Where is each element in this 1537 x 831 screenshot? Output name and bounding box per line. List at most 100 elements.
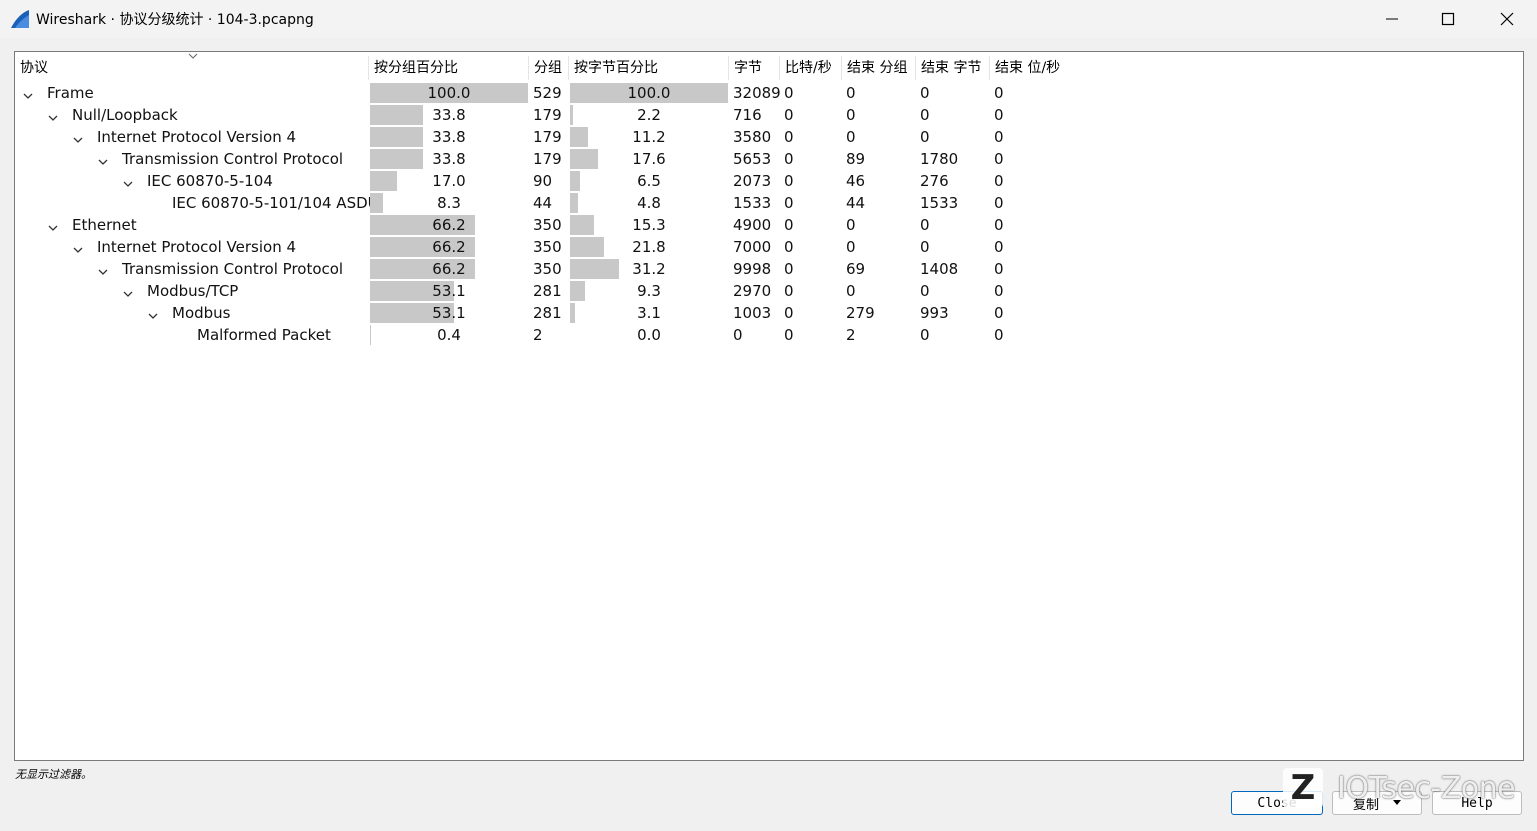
tree-row[interactable]: Internet Protocol Version 4 33.8 11.2 179 35… — [15, 126, 1523, 148]
cell-end-packets: 279 — [846, 304, 875, 322]
pct-bytes-value: 3.1 — [637, 304, 661, 322]
pct-packets-value: 33.8 — [432, 128, 466, 146]
cell-end-bps: 0 — [994, 216, 1004, 234]
column-header-packets[interactable]: 分组 — [529, 56, 569, 80]
cell-bps: 0 — [784, 326, 794, 344]
column-header-end-packets[interactable]: 结束 分组 — [842, 56, 916, 80]
expand-chevron-icon[interactable] — [97, 262, 111, 276]
cell-packets: 529 — [533, 84, 562, 102]
column-header-bps[interactable]: 比特/秒 — [780, 56, 842, 80]
column-header-end-bps[interactable]: 结束 位/秒 — [990, 56, 1070, 80]
cell-bps: 0 — [784, 172, 794, 190]
cell-packets: 44 — [533, 194, 553, 212]
expand-chevron-icon[interactable] — [72, 240, 86, 254]
expand-chevron-icon[interactable] — [47, 108, 61, 122]
column-header-end-bytes[interactable]: 结束 字节 — [916, 56, 990, 80]
cell-bps: 0 — [784, 238, 794, 256]
tree-row[interactable]: Transmission Control Protocol 66.2 31.2 350… — [15, 258, 1523, 280]
pct-bytes-value: 2.2 — [637, 106, 661, 124]
pct-packets-value: 33.8 — [432, 150, 466, 168]
cell-bytes: 1533 — [733, 194, 772, 212]
pct-bytes-bar: 31.2 — [570, 259, 728, 279]
protocol-label: Frame — [47, 84, 94, 102]
minimize-icon — [1386, 18, 1398, 20]
cell-end-packets: 0 — [846, 128, 856, 146]
pct-packets-value: 100.0 — [427, 84, 471, 102]
tree-row[interactable]: IEC 60870-5-101/104 ASDU 8.3 4.8 44 1533 0 44 1… — [15, 192, 1523, 214]
tree-row[interactable]: Frame 100.0 100.0 529 32089 0 0 0 0 — [15, 82, 1523, 104]
cell-end-bytes: 1533 — [920, 194, 959, 212]
column-header-pct-bytes[interactable]: 按字节百分比 — [569, 56, 729, 80]
cell-protocol: Internet Protocol Version 4 — [72, 126, 296, 148]
expand-chevron-icon[interactable] — [22, 86, 36, 100]
cell-bps: 0 — [784, 282, 794, 300]
cell-bytes: 5653 — [733, 150, 772, 168]
tree-row[interactable]: Malformed Packet 0.4 0.0 2 0 0 2 0 0 — [15, 324, 1523, 346]
expand-chevron-icon[interactable] — [47, 218, 61, 232]
tree-row[interactable]: Transmission Control Protocol 33.8 17.6 179… — [15, 148, 1523, 170]
maximize-button[interactable] — [1419, 0, 1477, 38]
tree-row[interactable]: Ethernet 66.2 15.3 350 4900 0 0 0 0 — [15, 214, 1523, 236]
expand-chevron-icon[interactable] — [122, 284, 136, 298]
protocol-label: Malformed Packet — [197, 326, 331, 344]
pct-bytes-bar: 9.3 — [570, 281, 728, 301]
cell-end-bytes: 1780 — [920, 150, 959, 168]
expand-chevron-icon — [147, 196, 161, 210]
tree-row[interactable]: Modbus/TCP 53.1 9.3 281 2970 0 0 0 0 — [15, 280, 1523, 302]
pct-bytes-bar: 15.3 — [570, 215, 728, 235]
expand-chevron-icon[interactable] — [147, 306, 161, 320]
pct-packets-bar: 100.0 — [370, 83, 528, 103]
cell-end-bytes: 993 — [920, 304, 949, 322]
protocol-label: Internet Protocol Version 4 — [97, 128, 297, 146]
protocol-hierarchy-tree[interactable]: 协议 按分组百分比 分组 按字节百分比 字节 比特/秒 结束 分组 结束 字节 … — [14, 51, 1524, 761]
pct-packets-bar: 53.1 — [370, 281, 528, 301]
cell-bps: 0 — [784, 304, 794, 322]
cell-protocol: Internet Protocol Version 4 — [72, 236, 296, 258]
pct-packets-bar: 66.2 — [370, 259, 528, 279]
help-button[interactable]: Help — [1432, 791, 1522, 815]
copy-dropdown-button[interactable]: 复制 — [1332, 791, 1422, 815]
protocol-label: IEC 60870-5-101/104 ASDU — [172, 194, 379, 212]
expand-chevron-icon[interactable] — [122, 174, 136, 188]
protocol-label: Modbus — [172, 304, 231, 322]
protocol-label: Ethernet — [72, 216, 137, 234]
pct-bytes-bar: 21.8 — [570, 237, 728, 257]
column-header-pct-packets[interactable]: 按分组百分比 — [369, 56, 529, 80]
cell-end-bytes: 0 — [920, 84, 930, 102]
wireshark-fin-icon — [11, 10, 29, 28]
pct-packets-bar: 33.8 — [370, 149, 528, 169]
pct-bytes-bar: 11.2 — [570, 127, 728, 147]
cell-protocol: Modbus — [147, 302, 230, 324]
tree-row[interactable]: Null/Loopback 33.8 2.2 179 716 0 0 0 0 — [15, 104, 1523, 126]
tree-row[interactable]: IEC 60870-5-104 17.0 6.5 90 2073 0 46 276 0 — [15, 170, 1523, 192]
cell-bps: 0 — [784, 128, 794, 146]
pct-bytes-value: 6.5 — [637, 172, 661, 190]
expand-chevron-icon[interactable] — [72, 130, 86, 144]
window-title: Wireshark · 协议分级统计 · 104-3.pcapng — [36, 12, 314, 28]
pct-bytes-bar: 2.2 — [570, 105, 728, 125]
tree-row[interactable]: Internet Protocol Version 4 66.2 21.8 350 70… — [15, 236, 1523, 258]
close-window-button[interactable] — [1478, 0, 1536, 38]
pct-packets-value: 53.1 — [432, 304, 466, 322]
expand-chevron-icon[interactable] — [97, 152, 111, 166]
pct-packets-bar: 66.2 — [370, 215, 528, 235]
cell-protocol: Malformed Packet — [172, 324, 331, 346]
pct-packets-value: 53.1 — [432, 282, 466, 300]
minimize-button[interactable] — [1363, 0, 1421, 38]
pct-packets-bar: 33.8 — [370, 105, 528, 125]
pct-packets-value: 66.2 — [432, 260, 466, 278]
column-header-protocol[interactable]: 协议 — [15, 56, 369, 80]
pct-packets-value: 8.3 — [437, 194, 461, 212]
cell-packets: 179 — [533, 128, 562, 146]
tree-row[interactable]: Modbus 53.1 3.1 281 1003 0 279 993 0 — [15, 302, 1523, 324]
cell-end-packets: 69 — [846, 260, 866, 278]
close-button[interactable]: Close — [1231, 791, 1323, 815]
column-header-row: 协议 按分组百分比 分组 按字节百分比 字节 比特/秒 结束 分组 结束 字节 … — [15, 56, 1523, 80]
pct-bytes-value: 11.2 — [632, 128, 666, 146]
pct-packets-bar: 53.1 — [370, 303, 528, 323]
pct-bytes-value: 4.8 — [637, 194, 661, 212]
cell-bytes: 2970 — [733, 282, 772, 300]
cell-protocol: IEC 60870-5-101/104 ASDU — [147, 192, 379, 214]
title-bar: Wireshark · 协议分级统计 · 104-3.pcapng — [0, 0, 1537, 38]
column-header-bytes[interactable]: 字节 — [729, 56, 780, 80]
